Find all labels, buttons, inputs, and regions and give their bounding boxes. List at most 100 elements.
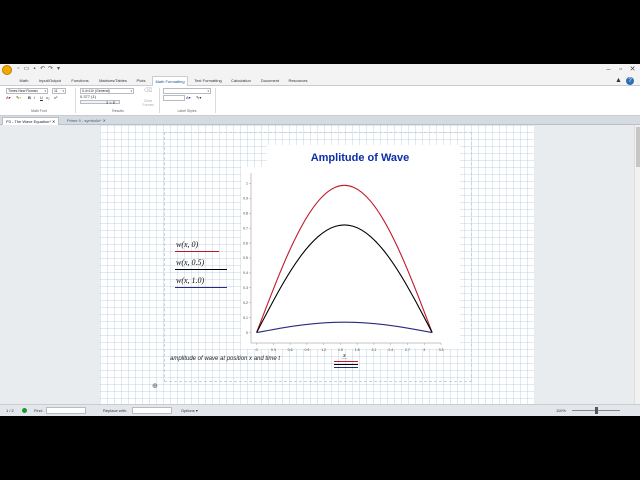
undo-icon[interactable]: ↶ bbox=[39, 66, 46, 73]
y-tick-label: 0 bbox=[246, 331, 248, 335]
y-tick-label: 0.2 bbox=[243, 301, 248, 305]
font-size-dropdown[interactable]: 11 ▾ bbox=[52, 88, 66, 94]
y-tick-label: 0.8 bbox=[243, 211, 248, 215]
y-tick-label: 0.3 bbox=[243, 286, 248, 290]
tab-plots[interactable]: Plots bbox=[134, 76, 148, 86]
legend-line-black bbox=[175, 269, 227, 270]
doc-tab-symbolic[interactable]: Prime 9 - symbolic* ✕ bbox=[64, 117, 109, 125]
legend-line-navy bbox=[175, 287, 227, 288]
clear-format-button[interactable]: Clear Format bbox=[140, 99, 156, 107]
chevron-down-icon: ▾ bbox=[207, 89, 209, 93]
caption-line-black bbox=[334, 364, 358, 365]
x-tick-label: 2.7 bbox=[405, 348, 410, 352]
zoom-slider-thumb[interactable] bbox=[595, 407, 598, 414]
plot-region[interactable]: Amplitude of Wave 0 0.3 0.6 0.9 1.2 1.5 1.8 2.1 2… bbox=[227, 103, 460, 359]
result-sample-2: 3 × E bbox=[106, 100, 116, 105]
app-logo-icon[interactable] bbox=[2, 65, 12, 75]
doc-tab-wave-equation[interactable]: P3 - The Wave Equation* ✕ bbox=[2, 117, 60, 125]
legend-expression-2[interactable]: w(x, 0.5) bbox=[176, 258, 204, 267]
font-color-icon[interactable]: A▾ bbox=[6, 95, 11, 101]
legend-expression-1[interactable]: w(x, 0) bbox=[176, 240, 198, 249]
help-icon[interactable]: ? bbox=[626, 77, 634, 85]
group-label-math-font: Math Font bbox=[31, 109, 47, 113]
legend-line-red bbox=[175, 251, 219, 252]
y-tick-label: 0.4 bbox=[243, 271, 248, 275]
plot-caption[interactable]: amplitude of wave at position x and time… bbox=[170, 356, 280, 362]
superscript-button[interactable]: x² bbox=[54, 95, 57, 101]
caption-line-navy bbox=[334, 367, 358, 368]
label-style-list[interactable] bbox=[163, 95, 185, 101]
y-tick-label: 0.5 bbox=[243, 256, 248, 260]
close-button[interactable]: ✕ bbox=[628, 65, 637, 74]
chevron-down-icon: ▾ bbox=[44, 89, 46, 93]
close-icon[interactable]: ✕ bbox=[52, 119, 55, 124]
tab-input-output[interactable]: Input/Output bbox=[36, 76, 64, 86]
calc-status-icon bbox=[22, 408, 27, 413]
tab-calculation[interactable]: Calculation bbox=[228, 76, 254, 86]
chevron-down-icon: ▾ bbox=[130, 89, 132, 93]
doc-tab-label: P3 - The Wave Equation* bbox=[6, 119, 51, 124]
plot-background bbox=[241, 167, 460, 349]
group-label-label-styles: Label Styles bbox=[177, 109, 197, 113]
ribbon-tabs: Math Input/Output Functions Matrices/Tab… bbox=[0, 76, 640, 86]
status-bar: 1 / 2 Find: Replace with: Options ▾ 110% bbox=[0, 404, 640, 416]
subscript-button[interactable]: x₂ bbox=[46, 95, 50, 101]
legend-expression-3[interactable]: w(x, 1.0) bbox=[176, 276, 204, 285]
x-tick-label: 0.3 bbox=[271, 348, 276, 352]
new-icon[interactable]: ▫ bbox=[15, 66, 22, 73]
font-name-dropdown[interactable]: Times New Roman ▾ bbox=[6, 88, 48, 94]
tab-math-formatting[interactable]: Math Formatting bbox=[152, 76, 188, 86]
tab-document[interactable]: Document bbox=[258, 76, 282, 86]
scrollbar-thumb[interactable] bbox=[636, 127, 640, 167]
title-bar: ▫ ▭ ▪ ↶ ↷ ▾ – ▫ ✕ bbox=[0, 64, 640, 76]
close-icon[interactable]: ✕ bbox=[103, 118, 106, 123]
x-tick-label: 3 bbox=[423, 348, 425, 352]
replace-input[interactable] bbox=[132, 407, 172, 414]
insertion-crosshair-icon[interactable]: ⊕ bbox=[152, 383, 158, 390]
tab-matrices-tables[interactable]: Matrices/Tables bbox=[96, 76, 130, 86]
options-label: Options bbox=[181, 408, 195, 413]
amplitude-plot[interactable]: Amplitude of Wave 0 0.3 0.6 0.9 1.2 1.5 1.8 2.1 2… bbox=[227, 103, 460, 359]
vertical-scrollbar[interactable] bbox=[634, 125, 640, 404]
y-tick-label: 0.1 bbox=[243, 316, 248, 320]
x-tick-label: 1.8 bbox=[355, 348, 360, 352]
underline-button[interactable]: U bbox=[40, 95, 43, 101]
x-tick-label: 2.4 bbox=[388, 348, 393, 352]
qat-dropdown-icon[interactable]: ▾ bbox=[55, 66, 62, 73]
graduation-cap-icon[interactable]: ▲ bbox=[615, 77, 624, 85]
font-name-value: Times New Roman bbox=[8, 89, 38, 93]
replace-label: Replace with: bbox=[103, 408, 128, 413]
minimize-button[interactable]: – bbox=[604, 65, 613, 74]
x-tick-label: 0.9 bbox=[304, 348, 309, 352]
x-tick-label: 1.2 bbox=[321, 348, 326, 352]
y-tick-label: 0.9 bbox=[243, 197, 248, 201]
tab-resources[interactable]: Resources bbox=[286, 76, 310, 86]
clear-format-icon[interactable]: ⌫ bbox=[140, 88, 156, 94]
tab-functions[interactable]: Functions bbox=[68, 76, 92, 86]
y-tick-label: 0.7 bbox=[243, 226, 248, 230]
ribbon-separator bbox=[75, 88, 76, 113]
tab-text-formatting[interactable]: Text Formatting bbox=[192, 76, 224, 86]
tab-math[interactable]: Math bbox=[16, 76, 32, 86]
bold-button[interactable]: B bbox=[28, 95, 31, 101]
options-button[interactable]: Options ▾ bbox=[181, 405, 198, 416]
caption-line-red bbox=[334, 361, 358, 362]
find-input[interactable] bbox=[46, 407, 86, 414]
maximize-button[interactable]: ▫ bbox=[616, 65, 625, 74]
doc-tab-label: Prime 9 - symbolic* bbox=[67, 118, 102, 123]
x-tick-label: 0.6 bbox=[288, 348, 293, 352]
label-highlight-icon[interactable]: ✎▾ bbox=[196, 95, 201, 101]
chart-title: Amplitude of Wave bbox=[311, 152, 410, 164]
x-tick-label: 1.5 bbox=[338, 348, 343, 352]
y-tick-label: 0.6 bbox=[243, 241, 248, 245]
label-style-dropdown[interactable]: ▾ bbox=[163, 88, 211, 94]
open-icon[interactable]: ▭ bbox=[23, 66, 30, 73]
group-label-results: Results bbox=[112, 109, 124, 113]
italic-button[interactable]: I bbox=[34, 95, 35, 101]
result-format-value: 0.4×10³ (General) bbox=[82, 89, 110, 93]
label-color-icon[interactable]: A▾ bbox=[186, 95, 191, 101]
save-icon[interactable]: ▪ bbox=[31, 66, 38, 73]
highlight-icon[interactable]: ✎▾ bbox=[16, 95, 21, 101]
x-tick-label: 3.3 bbox=[439, 348, 444, 352]
redo-icon[interactable]: ↷ bbox=[47, 66, 54, 73]
